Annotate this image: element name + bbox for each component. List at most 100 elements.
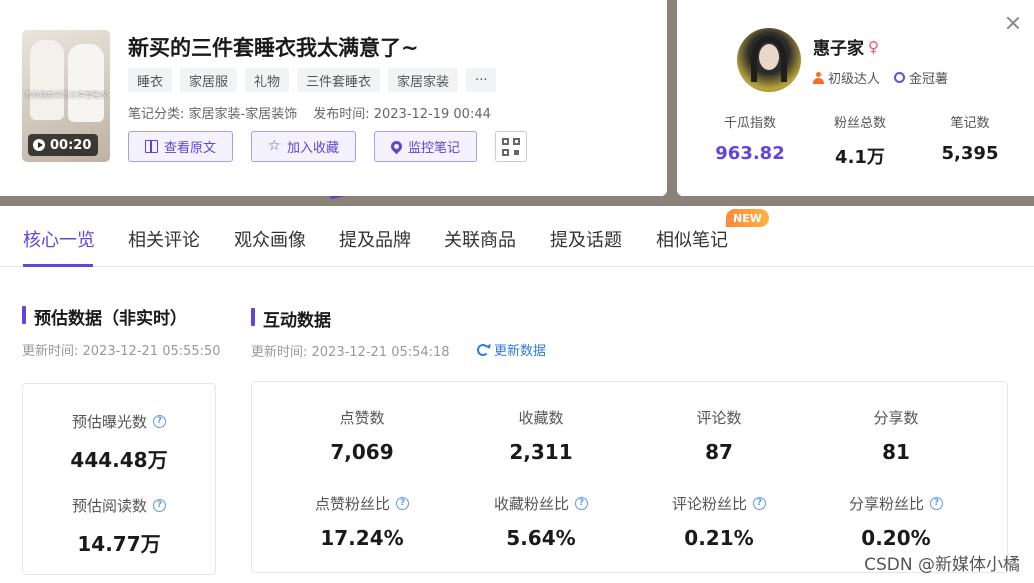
stat-fans: 粉丝总数 4.1万 — [805, 112, 915, 169]
estimate-label: 预估曝光数 — [71, 413, 147, 431]
thumbnail-garment-right — [68, 44, 104, 122]
interaction-box: 点赞数 7,069 收藏数 2,311 评论数 87 分享数 81 点赞粉丝比 … — [251, 381, 1008, 573]
video-duration: 00:20 — [50, 137, 92, 153]
estimate-exposure: 预估曝光数 ? 444.48万 — [23, 411, 215, 473]
metric-label: 分享粉丝比 — [848, 495, 924, 513]
active-tab-indicator — [23, 264, 93, 267]
likes-fans-ratio: 点赞粉丝比 ? 17.24% — [273, 493, 451, 550]
stat-value: 963.82 — [715, 143, 785, 164]
metric-label: 分享数 — [873, 409, 919, 427]
note-thumbnail[interactable]: 看看我新买的三件套睡衣 00:20 — [22, 30, 110, 162]
metric-label: 点赞数 — [339, 409, 385, 427]
avatar[interactable] — [737, 28, 801, 92]
metric-value: 0.21% — [684, 526, 754, 550]
estimate-section-title: 预估数据（非实时） — [22, 304, 187, 329]
book-icon — [145, 140, 158, 153]
note-tags: 睡衣 家居服 礼物 三件套睡衣 家居家装 ··· — [128, 68, 497, 92]
help-icon[interactable]: ? — [396, 497, 409, 510]
interaction-section-title: 互动数据 — [251, 306, 331, 331]
metric-label: 收藏粉丝比 — [493, 495, 569, 513]
qr-code-icon — [502, 137, 521, 156]
author-stats: 千瓜指数 963.82 粉丝总数 4.1万 笔记数 5,395 — [695, 112, 1025, 169]
note-tag: 三件套睡衣 — [297, 68, 381, 92]
estimate-box: 预估曝光数 ? 444.48万 预估阅读数 ? 14.77万 — [22, 383, 216, 575]
interaction-updated-time: 更新时间: 2023-12-21 05:54:18 — [251, 345, 450, 360]
collects-metric: 收藏数 2,311 — [452, 407, 630, 464]
star-icon: ☆ — [268, 138, 281, 154]
location-pin-icon — [388, 138, 405, 155]
help-icon[interactable]: ? — [753, 497, 766, 510]
metric-label: 评论数 — [696, 409, 742, 427]
note-tag: 家居服 — [180, 68, 238, 92]
author-badges: 初级达人 金冠薯 — [813, 68, 948, 87]
watermark: CSDN @新媒体小橘 — [864, 555, 1020, 575]
metric-label: 点赞粉丝比 — [314, 495, 390, 513]
note-card: 看看我新买的三件套睡衣 00:20 新买的三件套睡衣我太满意了~ 睡衣 家居服 … — [0, 0, 667, 196]
comments-metric: 评论数 87 — [630, 407, 808, 464]
user-icon — [813, 71, 824, 84]
likes-metric: 点赞数 7,069 — [273, 407, 451, 464]
estimate-value: 444.48万 — [70, 448, 168, 472]
metric-label: 收藏数 — [518, 409, 564, 427]
metric-value: 5.64% — [506, 526, 576, 550]
level-badge: 初级达人 — [813, 68, 880, 87]
view-original-label: 查看原文 — [164, 141, 217, 156]
help-icon[interactable]: ? — [930, 497, 943, 510]
thumbnail-garment-left — [30, 40, 64, 120]
note-tag: 家居家装 — [388, 68, 459, 92]
monitor-note-button[interactable]: 监控笔记 — [374, 131, 478, 162]
metric-value: 81 — [882, 440, 910, 464]
tab-brands[interactable]: 提及品牌 — [339, 226, 411, 252]
author-name-row: 惠子家 ♀ — [813, 34, 879, 60]
video-duration-badge: 00:20 — [28, 134, 99, 156]
tab-comments[interactable]: 相关评论 — [128, 226, 200, 252]
tab-topics[interactable]: 提及话题 — [550, 226, 622, 252]
crown-badge: 金冠薯 — [894, 68, 948, 87]
more-tags-button[interactable]: ··· — [466, 68, 497, 92]
close-icon[interactable] — [1006, 16, 1020, 30]
stat-label: 笔记数 — [950, 116, 990, 131]
view-original-button[interactable]: 查看原文 — [128, 131, 234, 162]
estimate-value: 14.77万 — [77, 532, 161, 556]
help-icon[interactable]: ? — [153, 415, 166, 428]
add-favorite-button[interactable]: ☆ 加入收藏 — [251, 131, 357, 162]
tab-bar: 核心一览 相关评论 观众画像 提及品牌 关联商品 提及话题 相似笔记 NEW — [0, 206, 1034, 267]
help-icon[interactable]: ? — [153, 499, 166, 512]
level-label: 初级达人 — [828, 72, 881, 87]
play-icon — [33, 139, 45, 151]
tab-products[interactable]: 关联商品 — [444, 226, 516, 252]
tab-audience[interactable]: 观众画像 — [234, 226, 306, 252]
metric-value: 87 — [705, 440, 733, 464]
author-name[interactable]: 惠子家 — [813, 34, 864, 59]
estimate-reads: 预估阅读数 ? 14.77万 — [23, 495, 215, 557]
note-tag: 礼物 — [245, 68, 290, 92]
comments-fans-ratio: 评论粉丝比 ? 0.21% — [630, 493, 808, 550]
estimate-updated-time: 更新时间: 2023-12-21 05:55:50 — [22, 344, 221, 359]
new-badge: NEW — [726, 209, 769, 227]
metric-value: 7,069 — [330, 440, 394, 464]
stat-value: 5,395 — [941, 143, 999, 164]
author-card: 惠子家 ♀ 初级达人 金冠薯 千瓜指数 963.82 粉丝总数 4.1万 笔记数… — [677, 0, 1034, 196]
crown-label: 金冠薯 — [909, 72, 949, 87]
note-actions: 查看原文 ☆ 加入收藏 监控笔记 — [128, 131, 528, 162]
estimate-label: 预估阅读数 — [71, 497, 147, 515]
stat-qiangua-index: 千瓜指数 963.82 — [695, 112, 805, 169]
help-icon[interactable]: ? — [575, 497, 588, 510]
metric-value: 2,311 — [509, 440, 573, 464]
collects-fans-ratio: 收藏粉丝比 ? 5.64% — [452, 493, 630, 550]
stat-label: 千瓜指数 — [723, 116, 776, 131]
metric-value: 0.20% — [861, 526, 931, 550]
refresh-data-button[interactable]: 更新数据 — [477, 340, 546, 359]
shares-metric: 分享数 81 — [807, 407, 985, 464]
note-title: 新买的三件套睡衣我太满意了~ — [128, 36, 419, 60]
metric-label: 评论粉丝比 — [671, 495, 747, 513]
qr-code-button[interactable] — [495, 131, 528, 162]
add-favorite-label: 加入收藏 — [287, 141, 340, 156]
note-publish-time: 发布时间: 2023-12-19 00:44 — [313, 107, 491, 122]
tab-similar-notes[interactable]: 相似笔记 — [656, 226, 728, 252]
refresh-icon — [477, 343, 489, 356]
tab-overview[interactable]: 核心一览 — [23, 226, 95, 252]
stat-value: 4.1万 — [835, 147, 885, 168]
stat-label: 粉丝总数 — [833, 116, 886, 131]
note-meta: 笔记分类: 家居家装-家居装饰 发布时间: 2023-12-19 00:44 — [128, 103, 491, 122]
